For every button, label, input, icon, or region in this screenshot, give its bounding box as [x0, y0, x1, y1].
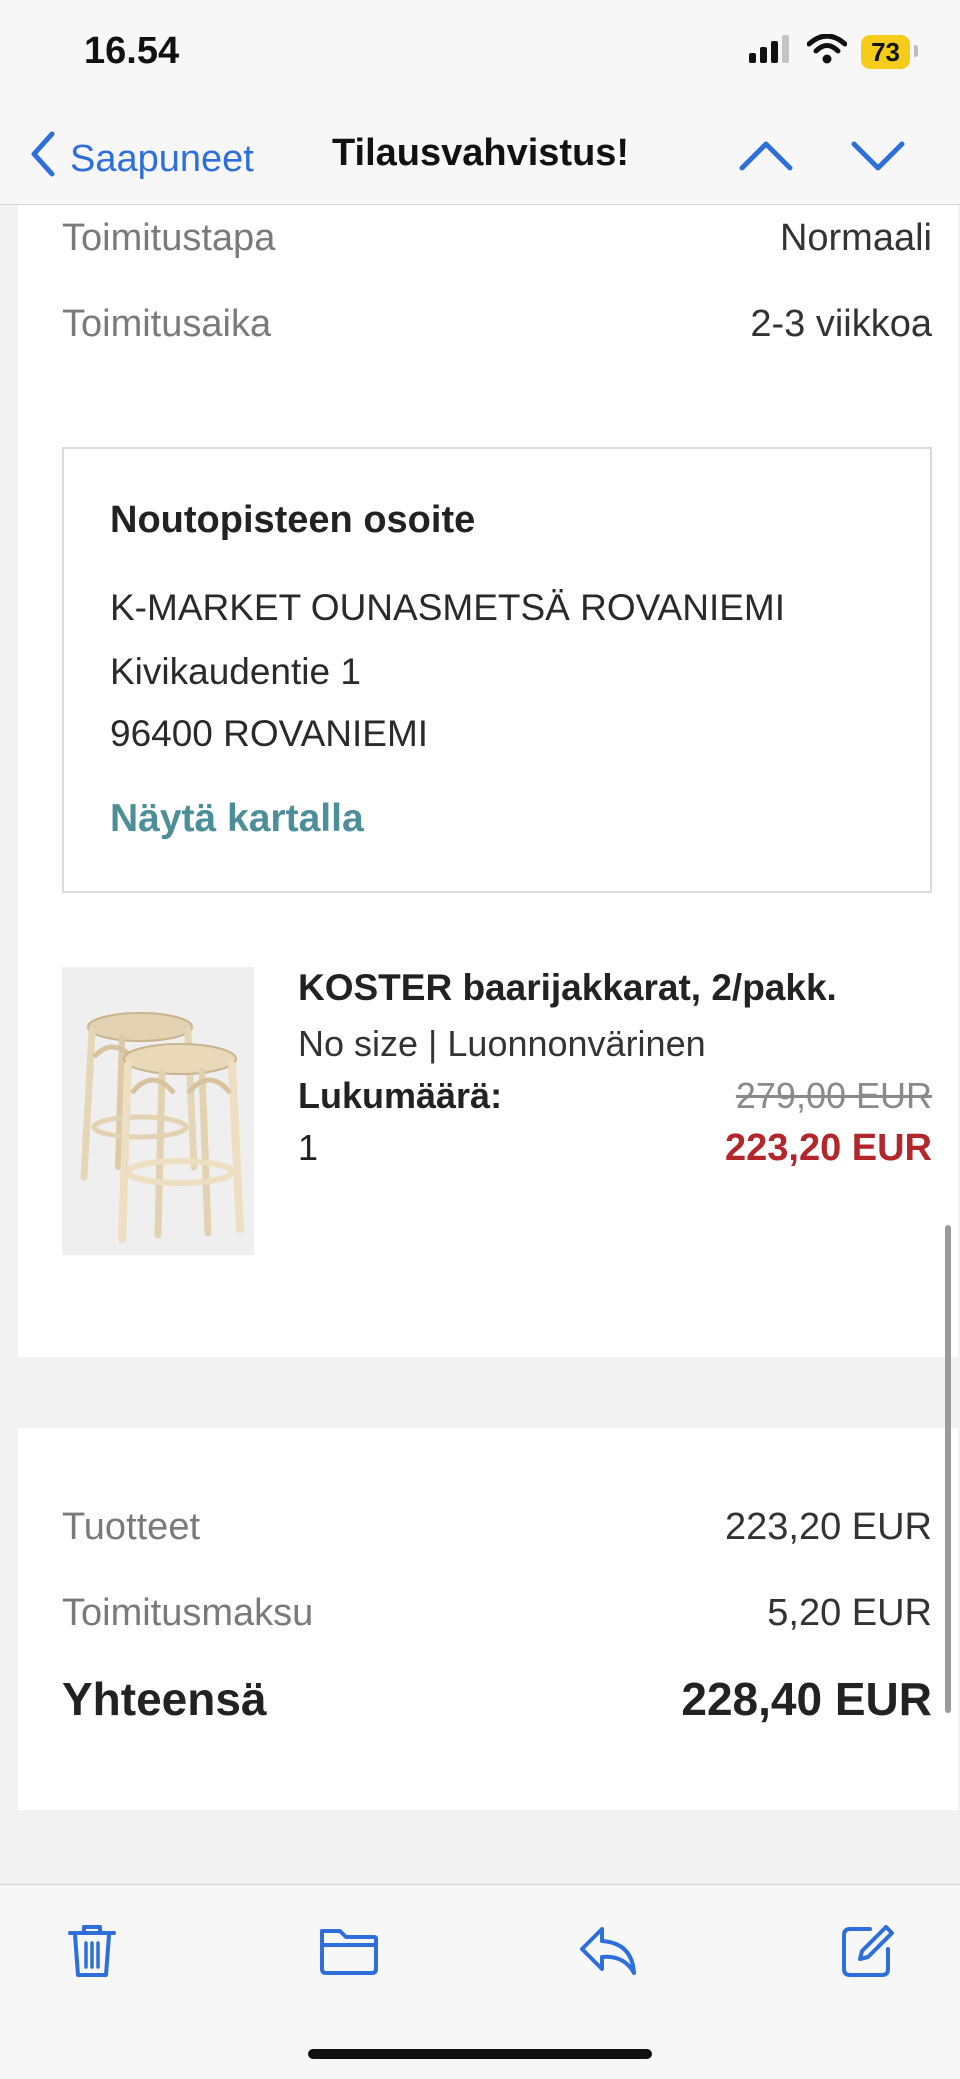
- home-indicator[interactable]: [308, 2049, 652, 2059]
- reply-icon: [578, 1927, 638, 1983]
- delivery-method-row: Toimitustapa Normaali: [62, 217, 932, 260]
- delivery-method-value: Normaali: [779, 217, 932, 259]
- products-total-row: Tuotteet 223,20 EUR: [62, 1506, 932, 1549]
- folder-icon: [318, 1929, 380, 1983]
- quantity-label: Lukumäärä:: [298, 1075, 503, 1116]
- move-to-folder-button[interactable]: [318, 1921, 380, 1984]
- previous-message-button[interactable]: [738, 128, 794, 189]
- pickup-title: Noutopisteen osoite: [110, 499, 476, 541]
- back-label: Saapuneet: [70, 137, 254, 180]
- sale-price: 223,20 EUR: [724, 1127, 932, 1169]
- delivery-method-label: Toimitustapa: [62, 217, 276, 259]
- shipping-fee-row: Toimitusmaksu 5,20 EUR: [62, 1592, 932, 1635]
- compose-icon: [840, 1925, 896, 1983]
- nav-title: Tilausvahvistus!: [332, 132, 630, 174]
- next-message-button[interactable]: [850, 128, 906, 189]
- shipping-fee-value: 5,20 EUR: [767, 1592, 932, 1634]
- bar-stools-illustration: [62, 967, 254, 1255]
- show-on-map-link[interactable]: Näytä kartalla: [110, 797, 364, 841]
- chevron-down-icon: [850, 141, 906, 188]
- back-button[interactable]: Saapuneet: [28, 130, 254, 188]
- mail-toolbar: [0, 1884, 960, 2079]
- cellular-signal-icon: [749, 35, 793, 68]
- grand-total-row: Yhteensä 228,40 EUR: [62, 1672, 932, 1726]
- status-time: 16.54: [84, 30, 180, 72]
- shipping-fee-label: Toimitusmaksu: [62, 1592, 314, 1634]
- original-price: 279,00 EUR: [735, 1075, 932, 1116]
- compose-button[interactable]: [840, 1921, 896, 1984]
- delivery-time-value: 2-3 viikkoa: [750, 303, 932, 345]
- grand-total-label: Yhteensä: [62, 1673, 267, 1725]
- wifi-icon: [806, 33, 848, 69]
- scrollbar[interactable]: [945, 1225, 951, 1713]
- delivery-time-row: Toimitusaika 2-3 viikkoa: [62, 303, 932, 346]
- product-image[interactable]: [62, 967, 254, 1255]
- order-summary-card: Tuotteet 223,20 EUR Toimitusmaksu 5,20 E…: [18, 1428, 958, 1810]
- product-name[interactable]: KOSTER baarijakkarat, 2/pakk.: [298, 967, 837, 1009]
- order-details-card: Toimitustapa Normaali Toimitusaika 2-3 v…: [18, 205, 958, 1357]
- pickup-address-line-2: Kivikaudentie 1: [110, 651, 361, 692]
- chevron-left-icon: [28, 130, 56, 188]
- delete-button[interactable]: [66, 1921, 118, 1984]
- status-icons: 73: [749, 33, 918, 69]
- status-bar: 16.54 73: [0, 0, 960, 110]
- delivery-time-label: Toimitusaika: [62, 303, 272, 345]
- product-variant: No size | Luonnonvärinen: [298, 1023, 706, 1064]
- quantity-value: 1: [298, 1127, 319, 1168]
- grand-total-value: 228,40 EUR: [681, 1673, 932, 1725]
- products-total-label: Tuotteet: [62, 1506, 201, 1548]
- pickup-address-box: Noutopisteen osoite K-MARKET OUNASMETSÄ …: [62, 447, 932, 893]
- battery-indicator: 73: [861, 34, 918, 69]
- email-content[interactable]: Toimitustapa Normaali Toimitusaika 2-3 v…: [0, 205, 960, 1885]
- pickup-address-line-1: K-MARKET OUNASMETSÄ ROVANIEMI: [110, 587, 785, 628]
- pickup-address-line-3: 96400 ROVANIEMI: [110, 713, 429, 754]
- nav-bar: Saapuneet Tilausvahvistus!: [0, 110, 960, 205]
- reply-button[interactable]: [578, 1921, 638, 1984]
- trash-icon: [66, 1925, 118, 1983]
- products-total-value: 223,20 EUR: [724, 1506, 932, 1548]
- chevron-up-icon: [738, 141, 794, 188]
